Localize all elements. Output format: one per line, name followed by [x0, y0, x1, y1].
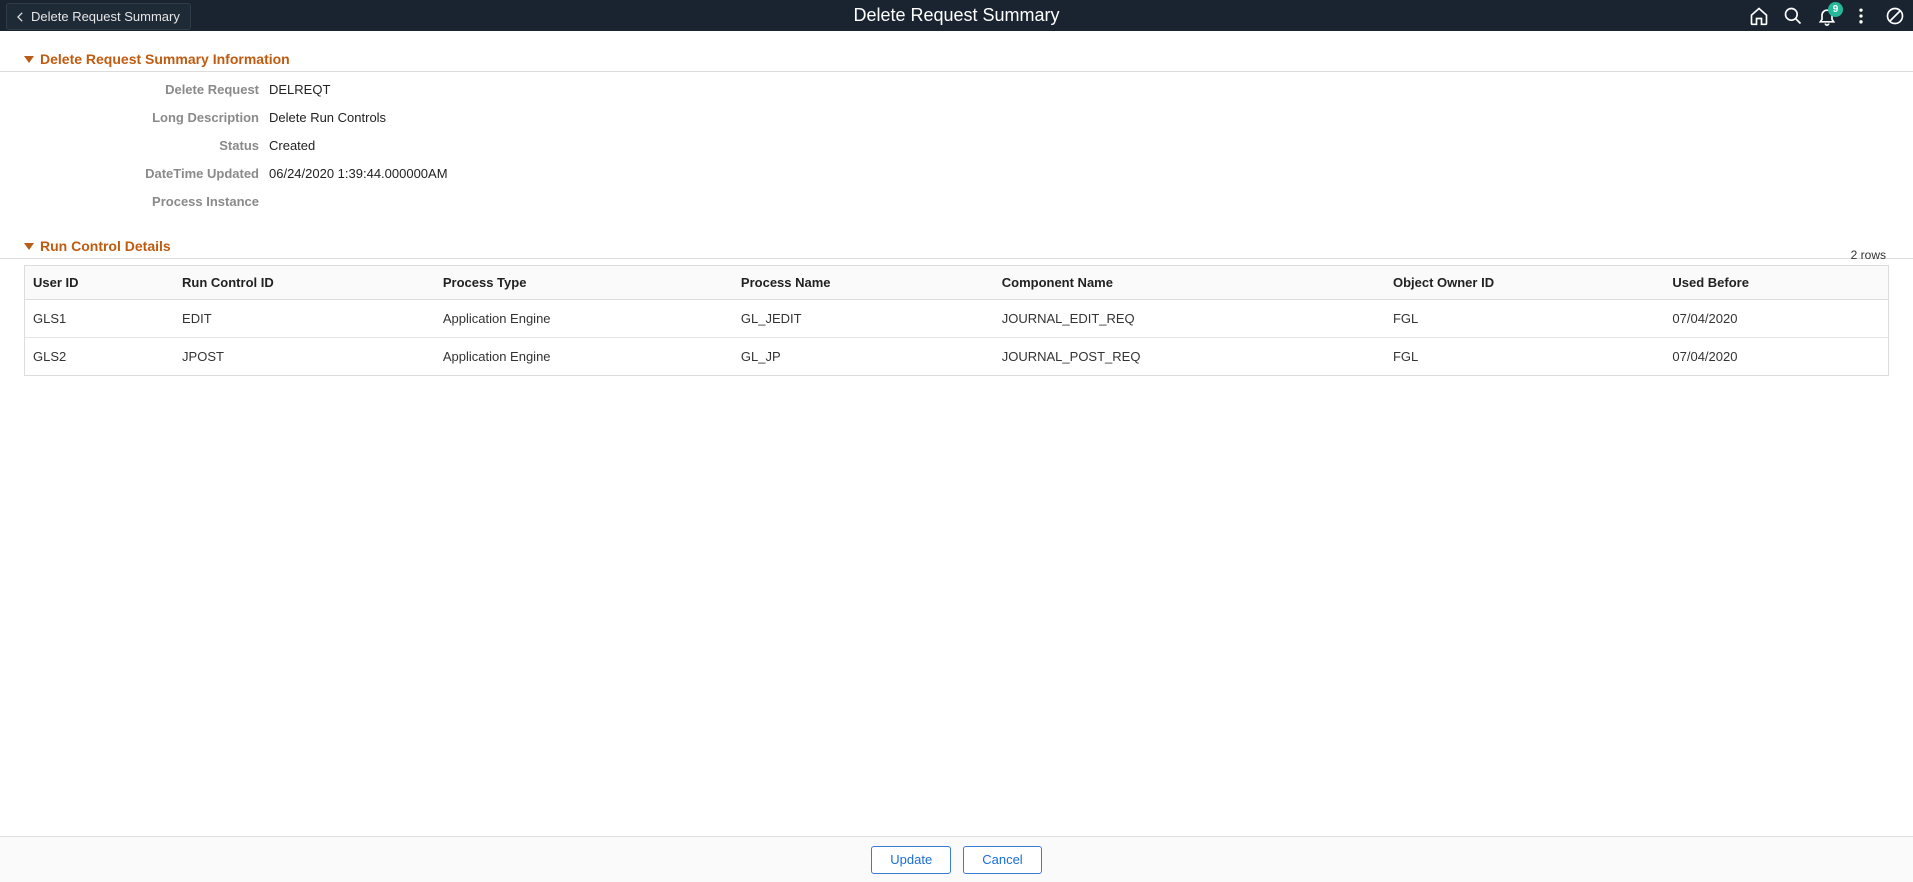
col-object-owner-id[interactable]: Object Owner ID — [1385, 266, 1664, 300]
col-used-before[interactable]: Used Before — [1664, 266, 1888, 300]
kebab-menu-icon[interactable] — [1851, 6, 1871, 26]
update-button[interactable]: Update — [871, 846, 951, 874]
summary-info-block: Delete Request DELREQT Long Description … — [0, 72, 1913, 232]
page-title: Delete Request Summary — [0, 5, 1913, 26]
run-control-grid: 2 rows User ID Run Control ID Process Ty… — [24, 265, 1889, 376]
section-header-summary: Delete Request Summary Information — [0, 51, 1913, 72]
field-long-description: Long Description Delete Run Controls — [24, 110, 1913, 138]
section-title-run-control: Run Control Details — [40, 238, 171, 254]
search-icon[interactable] — [1783, 6, 1803, 26]
notifications-icon[interactable]: 9 — [1817, 6, 1837, 26]
col-process-type[interactable]: Process Type — [435, 266, 733, 300]
field-process-instance: Process Instance — [24, 194, 1913, 222]
notification-badge: 9 — [1828, 2, 1843, 17]
value-datetime-updated: 06/24/2020 1:39:44.000000AM — [269, 166, 448, 181]
back-button[interactable]: Delete Request Summary — [6, 3, 191, 30]
field-delete-request: Delete Request DELREQT — [24, 82, 1913, 110]
help-prohibit-icon[interactable] — [1885, 6, 1905, 26]
field-datetime-updated: DateTime Updated 06/24/2020 1:39:44.0000… — [24, 166, 1913, 194]
cell-user-id: GLS1 — [25, 300, 174, 338]
col-run-control-id[interactable]: Run Control ID — [174, 266, 435, 300]
cell-process-name: GL_JEDIT — [733, 300, 994, 338]
cancel-button[interactable]: Cancel — [963, 846, 1041, 874]
cell-process-name: GL_JP — [733, 338, 994, 376]
collapse-toggle-run-control[interactable] — [24, 243, 34, 250]
cell-component-name: JOURNAL_POST_REQ — [994, 338, 1385, 376]
row-count-label: 2 rows — [1851, 248, 1888, 262]
cell-used-before: 07/04/2020 — [1664, 338, 1888, 376]
cell-run-control-id: JPOST — [174, 338, 435, 376]
title-bar: Delete Request Summary Delete Request Su… — [0, 0, 1913, 31]
label-status: Status — [24, 138, 269, 153]
cell-process-type: Application Engine — [435, 338, 733, 376]
table-row: GLS2 JPOST Application Engine GL_JP JOUR… — [25, 338, 1888, 376]
cell-component-name: JOURNAL_EDIT_REQ — [994, 300, 1385, 338]
section-header-run-control: Run Control Details — [0, 238, 1913, 259]
label-process-instance: Process Instance — [24, 194, 269, 209]
run-control-table: User ID Run Control ID Process Type Proc… — [25, 266, 1888, 375]
chevron-left-icon — [13, 10, 27, 24]
label-long-description: Long Description — [24, 110, 269, 125]
section-title-summary: Delete Request Summary Information — [40, 51, 290, 67]
label-datetime-updated: DateTime Updated — [24, 166, 269, 181]
title-bar-actions: 9 — [1749, 0, 1905, 31]
table-header-row: User ID Run Control ID Process Type Proc… — [25, 266, 1888, 300]
content-area: Delete Request Summary Information Delet… — [0, 31, 1913, 376]
cell-run-control-id: EDIT — [174, 300, 435, 338]
value-status: Created — [269, 138, 315, 153]
col-user-id[interactable]: User ID — [25, 266, 174, 300]
cell-process-type: Application Engine — [435, 300, 733, 338]
label-delete-request: Delete Request — [24, 82, 269, 97]
value-long-description: Delete Run Controls — [269, 110, 386, 125]
cell-object-owner-id: FGL — [1385, 338, 1664, 376]
footer-bar: Update Cancel — [0, 836, 1913, 882]
cell-used-before: 07/04/2020 — [1664, 300, 1888, 338]
field-status: Status Created — [24, 138, 1913, 166]
cell-user-id: GLS2 — [25, 338, 174, 376]
value-delete-request: DELREQT — [269, 82, 330, 97]
col-component-name[interactable]: Component Name — [994, 266, 1385, 300]
home-icon[interactable] — [1749, 6, 1769, 26]
collapse-toggle-summary[interactable] — [24, 56, 34, 63]
back-button-label: Delete Request Summary — [31, 9, 180, 24]
table-row: GLS1 EDIT Application Engine GL_JEDIT JO… — [25, 300, 1888, 338]
cell-object-owner-id: FGL — [1385, 300, 1664, 338]
col-process-name[interactable]: Process Name — [733, 266, 994, 300]
